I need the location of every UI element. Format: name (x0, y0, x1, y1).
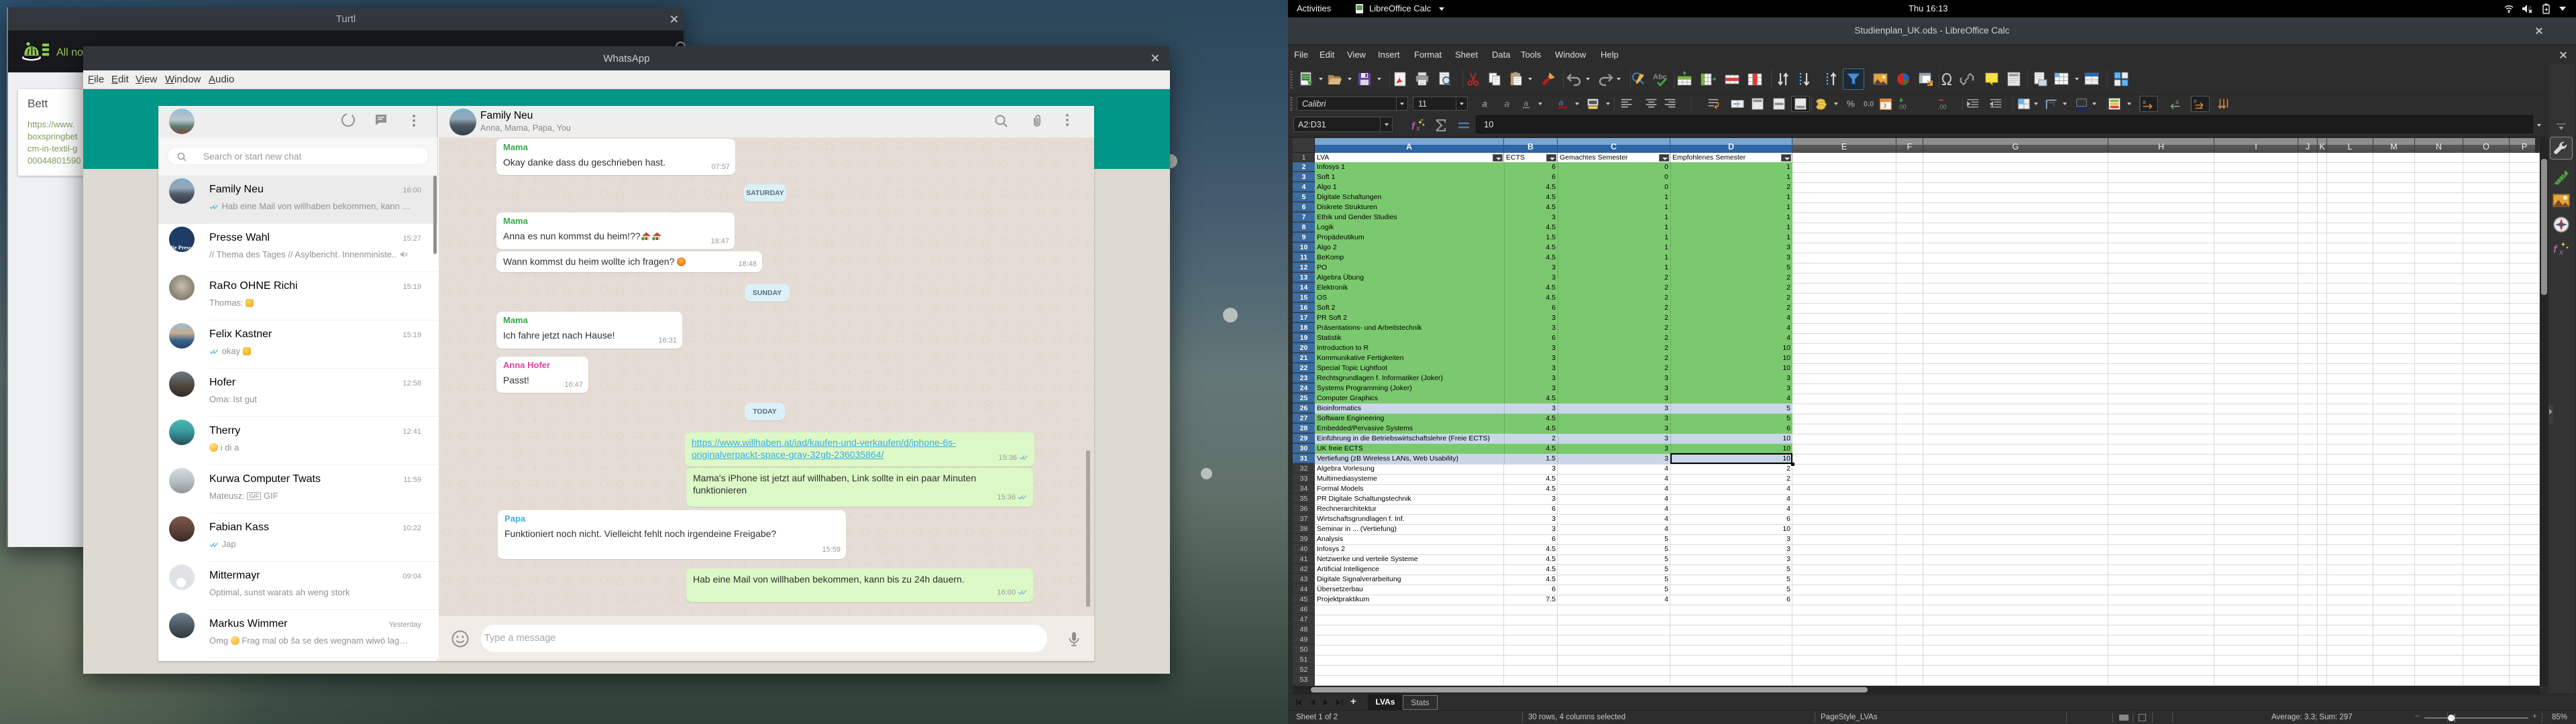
svg-text:3: 3 (1883, 103, 1886, 109)
svg-text:f: f (1411, 121, 1416, 132)
svg-text:%: % (1847, 99, 1855, 109)
svg-text:A: A (2560, 170, 2565, 178)
svg-text:a: a (2176, 99, 2180, 105)
svg-text:.00: .00 (1898, 103, 1907, 110)
svg-text:x: x (1415, 125, 1420, 133)
svg-text:f: f (2553, 244, 2558, 255)
svg-text:a: a (1559, 98, 1564, 107)
svg-text:a: a (1482, 99, 1487, 109)
svg-text:a: a (2194, 98, 2197, 104)
svg-text:.00: .00 (1938, 103, 1947, 110)
svg-text:a: a (1504, 99, 1509, 109)
svg-text:0.0: 0.0 (1864, 101, 1874, 109)
svg-text:a: a (1523, 99, 1528, 108)
svg-text:a: a (2143, 99, 2147, 105)
svg-text:x: x (2559, 247, 2564, 257)
